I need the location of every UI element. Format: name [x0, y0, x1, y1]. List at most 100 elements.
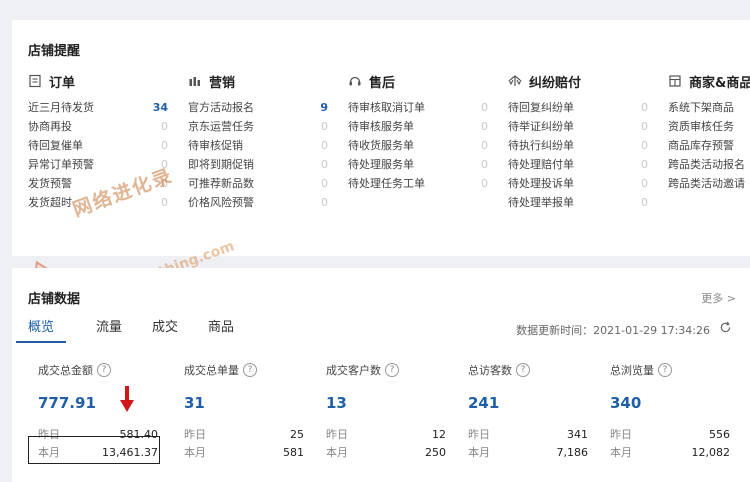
reminder-title: 店铺提醒	[28, 44, 81, 59]
tab-products[interactable]: 商品	[208, 316, 234, 343]
reminder-item-label: 跨品类活动邀请	[668, 177, 745, 190]
reminder-item-count: 0	[641, 120, 648, 133]
reminder-column-title: 纠纷赔付	[529, 75, 582, 91]
yesterday-label: 昨日	[326, 428, 348, 441]
help-icon[interactable]: ?	[97, 363, 111, 377]
reminder-item-count: 9	[320, 101, 328, 114]
metric-value[interactable]: 777.91	[38, 394, 168, 412]
reminder-item[interactable]: 跨品类活动报名	[668, 155, 750, 174]
metric-value[interactable]: 241	[468, 394, 598, 412]
reminder-column-header: 售后	[348, 72, 488, 91]
reminder-item[interactable]: 价格风险预警 0	[188, 193, 328, 212]
marketing-icon	[188, 74, 202, 88]
reminder-item-count: 0	[321, 158, 328, 171]
metric-label: 总浏览量?	[610, 362, 740, 378]
metric-month-row: 本月 250	[326, 444, 446, 462]
reminder-item[interactable]: 近三月待发货 34	[28, 98, 168, 117]
reminder-item[interactable]: 即将到期促销 0	[188, 155, 328, 174]
reminder-column-title: 营销	[209, 75, 236, 91]
reminder-item[interactable]: 发货超时 0	[28, 193, 168, 212]
help-icon[interactable]: ?	[243, 363, 257, 377]
metric-month-row: 本月 12,082	[610, 444, 730, 462]
reminder-item-count: 0	[481, 139, 488, 152]
reminder-item[interactable]: 待处理投诉单 0	[508, 174, 648, 193]
reminder-item[interactable]: 待举证纠纷单 0	[508, 117, 648, 136]
tab-traffic[interactable]: 流量	[96, 316, 122, 343]
yesterday-value: 341	[567, 428, 588, 441]
reminder-item-label: 价格风险预警	[188, 196, 254, 209]
more-link[interactable]: 更多 >	[701, 290, 736, 306]
reminder-item[interactable]: 异常订单预警 0	[28, 155, 168, 174]
reminder-item-label: 近三月待发货	[28, 101, 94, 114]
headset-icon	[348, 74, 362, 88]
reminder-item[interactable]: 系统下架商品	[668, 98, 750, 117]
metric-value[interactable]: 340	[610, 394, 740, 412]
reminder-item-label: 系统下架商品	[668, 101, 734, 114]
metric-compare: 昨日 556 本月 12,082	[610, 426, 730, 462]
metric-month-row: 本月 581	[184, 444, 304, 462]
reminder-item[interactable]: 待回复催单 0	[28, 136, 168, 155]
reminder-item[interactable]: 待处理任务工单 0	[348, 174, 488, 193]
reminder-item-label: 发货超时	[28, 196, 72, 209]
reminder-item[interactable]: 待处理举报单 0	[508, 193, 648, 212]
help-icon[interactable]: ?	[658, 363, 672, 377]
reminder-item-label: 官方活动报名	[188, 101, 254, 114]
reminder-item[interactable]: 协商再投 0	[28, 117, 168, 136]
store-data-card: 店铺数据 更多 > 概览 流量 成交 商品 数据更新时间：2021-01-29 …	[12, 268, 750, 482]
reminder-column-title: 售后	[369, 75, 396, 91]
merchant-icon	[668, 74, 682, 88]
store-reminder-card: 店铺提醒 订单 近三月待发货 34 协商再投 0 待回复催单 0 异常订单预警 0 发货预警 0 发货…	[12, 20, 750, 256]
reminder-item[interactable]: 京东运营任务 0	[188, 117, 328, 136]
metric-label-text: 成交总金额	[38, 364, 93, 377]
metric-yesterday-row: 昨日 25	[184, 426, 304, 444]
reminder-column-2: 售后 待审核取消订单 0 待审核服务单 0 待收货服务单 0 待处理服务单 0 待处理任务工单 0	[348, 72, 488, 193]
data-title: 店铺数据	[28, 292, 81, 307]
metric-label-text: 总访客数	[468, 364, 512, 377]
month-label: 本月	[184, 446, 206, 459]
reminder-item[interactable]: 待收货服务单 0	[348, 136, 488, 155]
metric-card: 总访客数? 241 昨日 341 本月 7,186	[468, 362, 598, 459]
reminder-item[interactable]: 可推荐新品数 0	[188, 174, 328, 193]
reminder-item-count: 0	[321, 177, 328, 190]
reminder-item[interactable]: 商品库存预警	[668, 136, 750, 155]
reminder-item[interactable]: 官方活动报名 9	[188, 98, 328, 117]
reminder-item[interactable]: 待处理赔付单 0	[508, 155, 648, 174]
metric-card: 总浏览量? 340 昨日 556 本月 12,082	[610, 362, 740, 459]
reminder-column-header: 纠纷赔付	[508, 72, 648, 91]
reminder-item-label: 待处理服务单	[348, 158, 414, 171]
metric-label: 成交客户数?	[326, 362, 456, 378]
metric-label: 总访客数?	[468, 362, 598, 378]
month-value: 12,082	[691, 446, 731, 459]
reminder-item[interactable]: 待审核取消订单 0	[348, 98, 488, 117]
tab-overview[interactable]: 概览	[16, 316, 67, 343]
reminder-item-count: 0	[641, 158, 648, 171]
reminder-item[interactable]: 资质审核任务	[668, 117, 750, 136]
reminder-item-label: 商品库存预警	[668, 139, 734, 152]
metric-value[interactable]: 13	[326, 394, 456, 412]
reminder-item-count: 0	[641, 139, 648, 152]
reminder-column-title: 商家&商品	[689, 75, 750, 91]
reminder-item[interactable]: 待回复纠纷单 0	[508, 98, 648, 117]
metric-value[interactable]: 31	[184, 394, 314, 412]
metric-label-text: 成交客户数	[326, 364, 381, 377]
reminder-item-count: 0	[641, 101, 648, 114]
order-icon	[28, 74, 42, 88]
yesterday-value: 25	[290, 428, 304, 441]
reminder-item[interactable]: 待审核服务单 0	[348, 117, 488, 136]
reminder-item[interactable]: 跨品类活动邀请	[668, 174, 750, 193]
reminder-item-label: 协商再投	[28, 120, 72, 133]
refresh-icon[interactable]	[719, 321, 732, 334]
reminder-item[interactable]: 待处理服务单 0	[348, 155, 488, 174]
reminder-item[interactable]: 待审核促销 0	[188, 136, 328, 155]
reminder-item[interactable]: 待执行纠纷单 0	[508, 136, 648, 155]
reminder-item[interactable]: 发货预警 0	[28, 174, 168, 193]
metric-compare: 昨日 25 本月 581	[184, 426, 304, 462]
help-icon[interactable]: ?	[516, 363, 530, 377]
month-amount-highlight-box	[28, 436, 160, 464]
tab-deals[interactable]: 成交	[152, 316, 178, 343]
month-label: 本月	[326, 446, 348, 459]
reminder-item-count: 0	[481, 101, 488, 114]
reminder-item-label: 待审核促销	[188, 139, 243, 152]
help-icon[interactable]: ?	[385, 363, 399, 377]
reminder-item-label: 待处理举报单	[508, 196, 574, 209]
